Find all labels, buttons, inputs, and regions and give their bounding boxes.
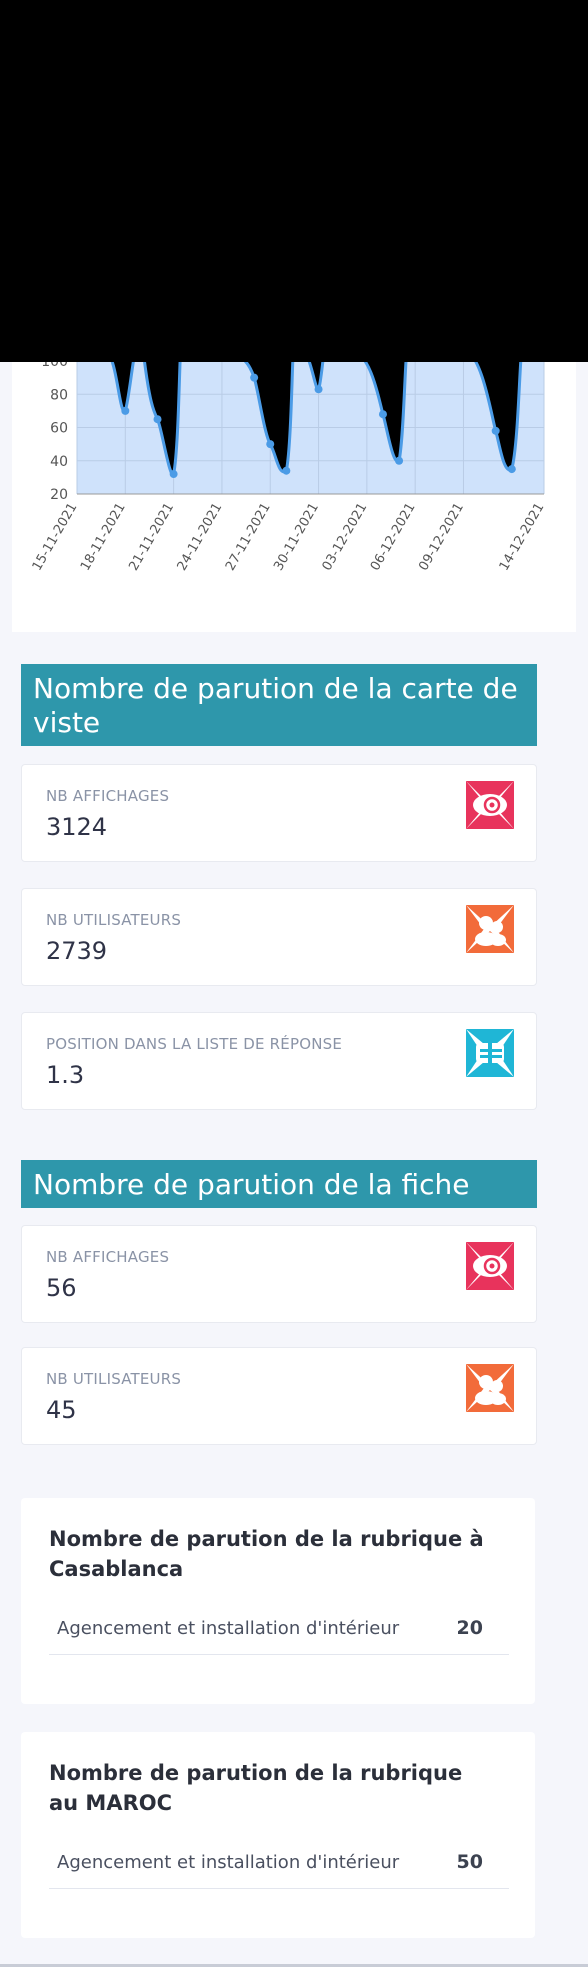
rubrique-name: Agencement et installation d'intérieur [57,1852,400,1873]
stat-label: NB UTILISATEURS [46,1370,182,1388]
x-tick-label: 09-12-2021 [416,501,467,574]
rubrique-casablanca-title: Nombre de parution de la rubrique à Casa… [49,1527,484,1581]
list-item: Agencement et installation d'intérieur 5… [49,1840,509,1889]
stat-value: 45 [46,1396,77,1424]
data-point [282,466,291,475]
x-tick-label: 27-11-2021 [223,501,274,574]
y-tick-label: 100 [41,362,68,370]
x-tick-label: 24-11-2021 [175,501,226,574]
stat-label: NB UTILISATEURS [46,911,182,929]
data-point [395,456,404,465]
carte-section-title: Nombre de parution de la carte de viste [21,664,537,746]
list-item: Agencement et installation d'intérieur 2… [49,1606,509,1655]
data-point [266,440,275,449]
data-point [250,373,259,382]
rubrique-maroc-title: Nombre de parution de la rubrique au MAR… [49,1761,463,1815]
data-point [378,410,387,419]
x-tick-label: 18-11-2021 [78,501,129,574]
y-tick-label: 40 [50,454,68,470]
y-tick-label: 20 [50,487,68,503]
users-icon [466,905,514,953]
eye-icon [466,781,514,829]
top-black-area [0,0,588,362]
fiche-section-title: Nombre de parution de la fiche [21,1160,537,1208]
x-tick-label: 06-12-2021 [368,501,419,574]
rubrique-name: Agencement et installation d'intérieur [57,1618,400,1639]
stat-value: 1.3 [46,1061,85,1089]
carte-stat-card-position: POSITION DANS LA LISTE DE RÉPONSE 1.3 [21,1012,537,1110]
data-point [491,426,500,435]
stat-value: 2739 [46,937,108,965]
y-tick-label: 60 [50,421,68,437]
x-tick-label: 14-12-2021 [497,501,548,574]
stat-value: 3124 [46,813,108,841]
stat-label: POSITION DANS LA LISTE DE RÉPONSE [46,1035,343,1053]
rubrique-count: 50 [456,1851,483,1873]
x-tick-label: 03-12-2021 [320,501,371,574]
position-icon [466,1029,514,1077]
data-point [314,385,323,394]
x-tick-label: 15-11-2021 [30,501,81,574]
chart: 20 40 60 80 100 15-11-202118-11-202121-11-202… [30,362,548,574]
x-tick-label: 30-11-2021 [271,501,322,574]
eye-icon [466,1242,514,1290]
stat-label: NB AFFICHAGES [46,1248,170,1266]
chart-card: 20 40 60 80 100 15-11-2021 18-11-2021 21-11-202… [12,362,576,632]
data-point [507,465,516,474]
users-icon [466,1364,514,1412]
stat-label: NB AFFICHAGES [46,787,170,805]
fiche-stat-card-utilisateurs: NB UTILISATEURS 45 [21,1347,537,1445]
rubrique-count: 20 [456,1617,483,1639]
carte-stat-card-utilisateurs: NB UTILISATEURS 2739 [21,888,537,986]
stat-value: 56 [46,1274,77,1302]
y-tick-label: 80 [50,387,68,403]
carte-stat-card-affichages: NB AFFICHAGES 3124 [21,764,537,862]
fiche-stat-card-affichages: NB AFFICHAGES 56 [21,1225,537,1323]
rubrique-casablanca-card: Nombre de parution de la rubrique à Casa… [21,1498,535,1704]
x-tick-label: 21-11-2021 [126,501,177,574]
data-point [153,415,162,424]
data-point [169,470,178,479]
data-point [121,406,130,415]
rubrique-maroc-card: Nombre de parution de la rubrique au MAR… [21,1732,535,1938]
